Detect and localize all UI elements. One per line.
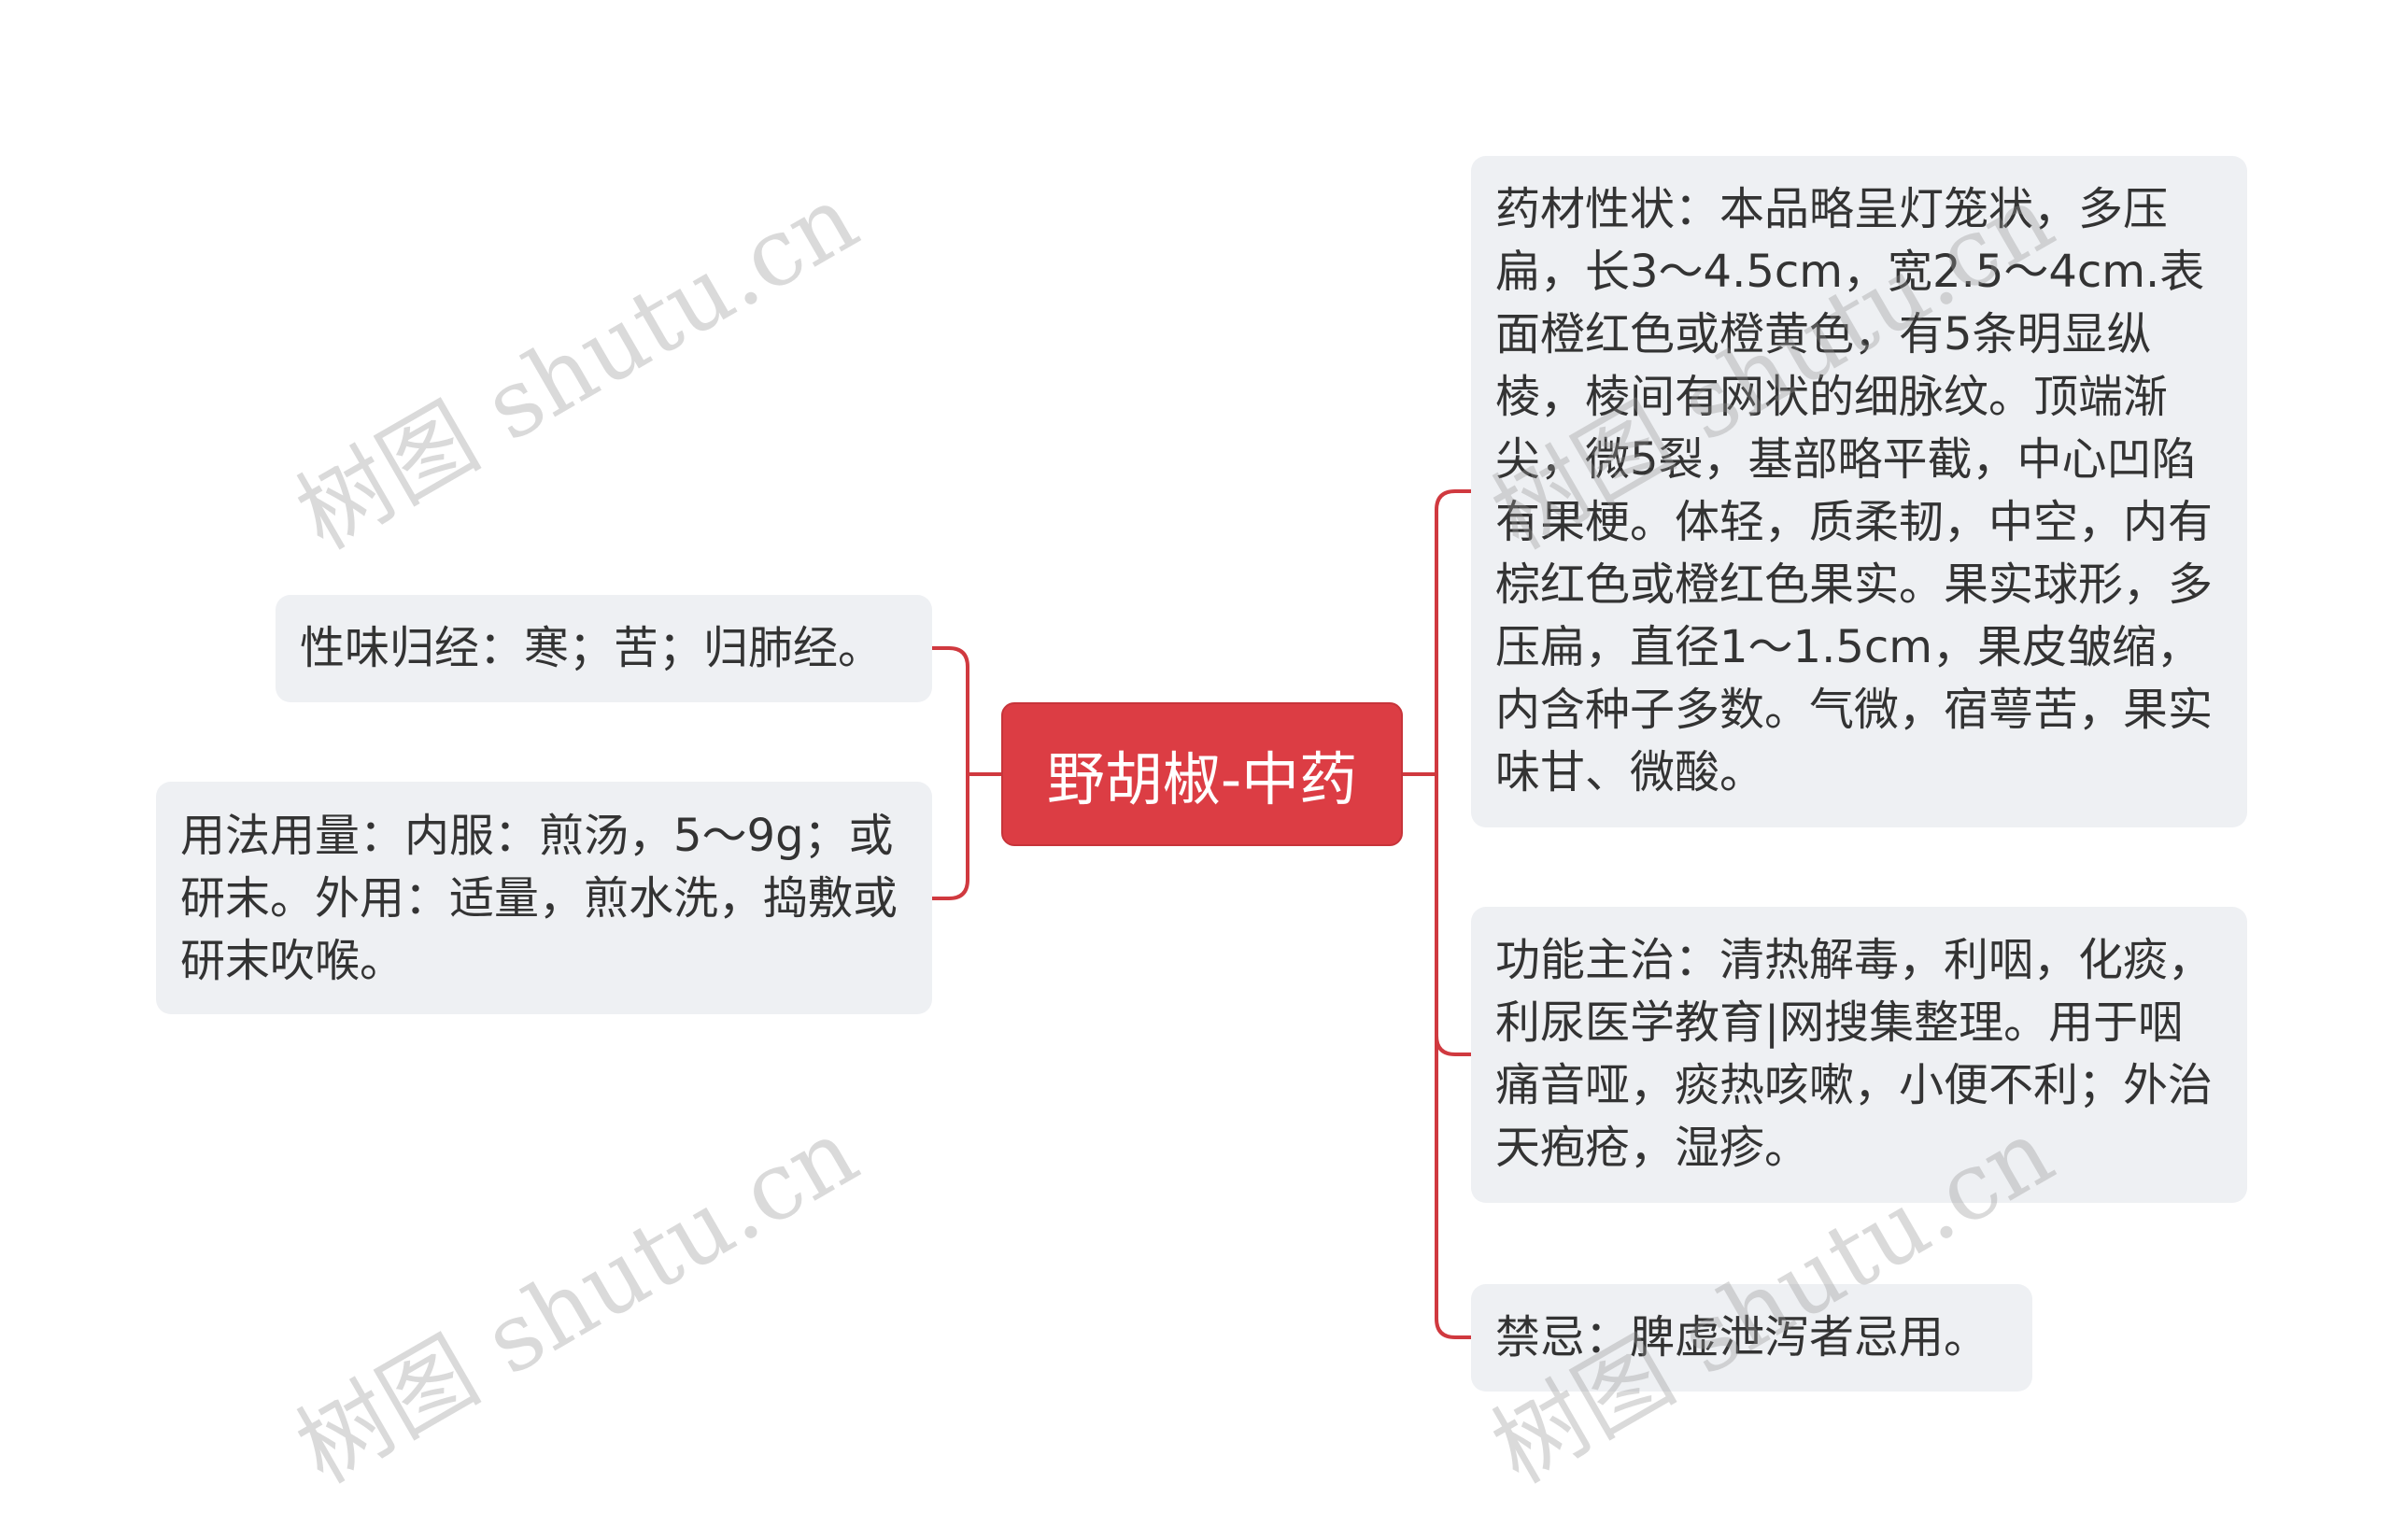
link-left-2 <box>932 774 969 900</box>
link-left-1 <box>932 646 969 774</box>
link-right-2 <box>1435 774 1471 1056</box>
node-text: 禁忌：脾虚泄泻者忌用。 <box>1495 1311 1989 1363</box>
root-node[interactable]: 野胡椒-中药 <box>1001 702 1403 846</box>
node-usage-dosage[interactable]: 用法用量：内服：煎汤，5～9g；或研末。外用：适量，煎水洗，捣敷或研末吹喉。 <box>156 782 932 1014</box>
node-text: 药材性状：本品略呈灯笼状，多压扁，长3～4.5cm，宽2.5～4cm.表面橙红色… <box>1495 183 2214 798</box>
node-text: 功能主治：清热解毒，利咽，化痰，利尿医学教育|网搜集整理。用于咽痛音哑，痰热咳嗽… <box>1495 934 2214 1174</box>
node-nature-meridian[interactable]: 性味归经：寒；苦；归肺经。 <box>276 595 932 702</box>
node-contraindication[interactable]: 禁忌：脾虚泄泻者忌用。 <box>1471 1284 2032 1392</box>
node-text: 性味归经：寒；苦；归肺经。 <box>300 622 884 674</box>
node-text: 用法用量：内服：煎汤，5～9g；或研末。外用：适量，煎水洗，捣敷或研末吹喉。 <box>180 810 898 987</box>
node-function-indication[interactable]: 功能主治：清热解毒，利咽，化痰，利尿医学教育|网搜集整理。用于咽痛音哑，痰热咳嗽… <box>1471 907 2247 1203</box>
link-right-1 <box>1435 489 1471 774</box>
node-description[interactable]: 药材性状：本品略呈灯笼状，多压扁，长3～4.5cm，宽2.5～4cm.表面橙红色… <box>1471 156 2247 827</box>
root-node-label: 野胡椒-中药 <box>1046 745 1358 813</box>
